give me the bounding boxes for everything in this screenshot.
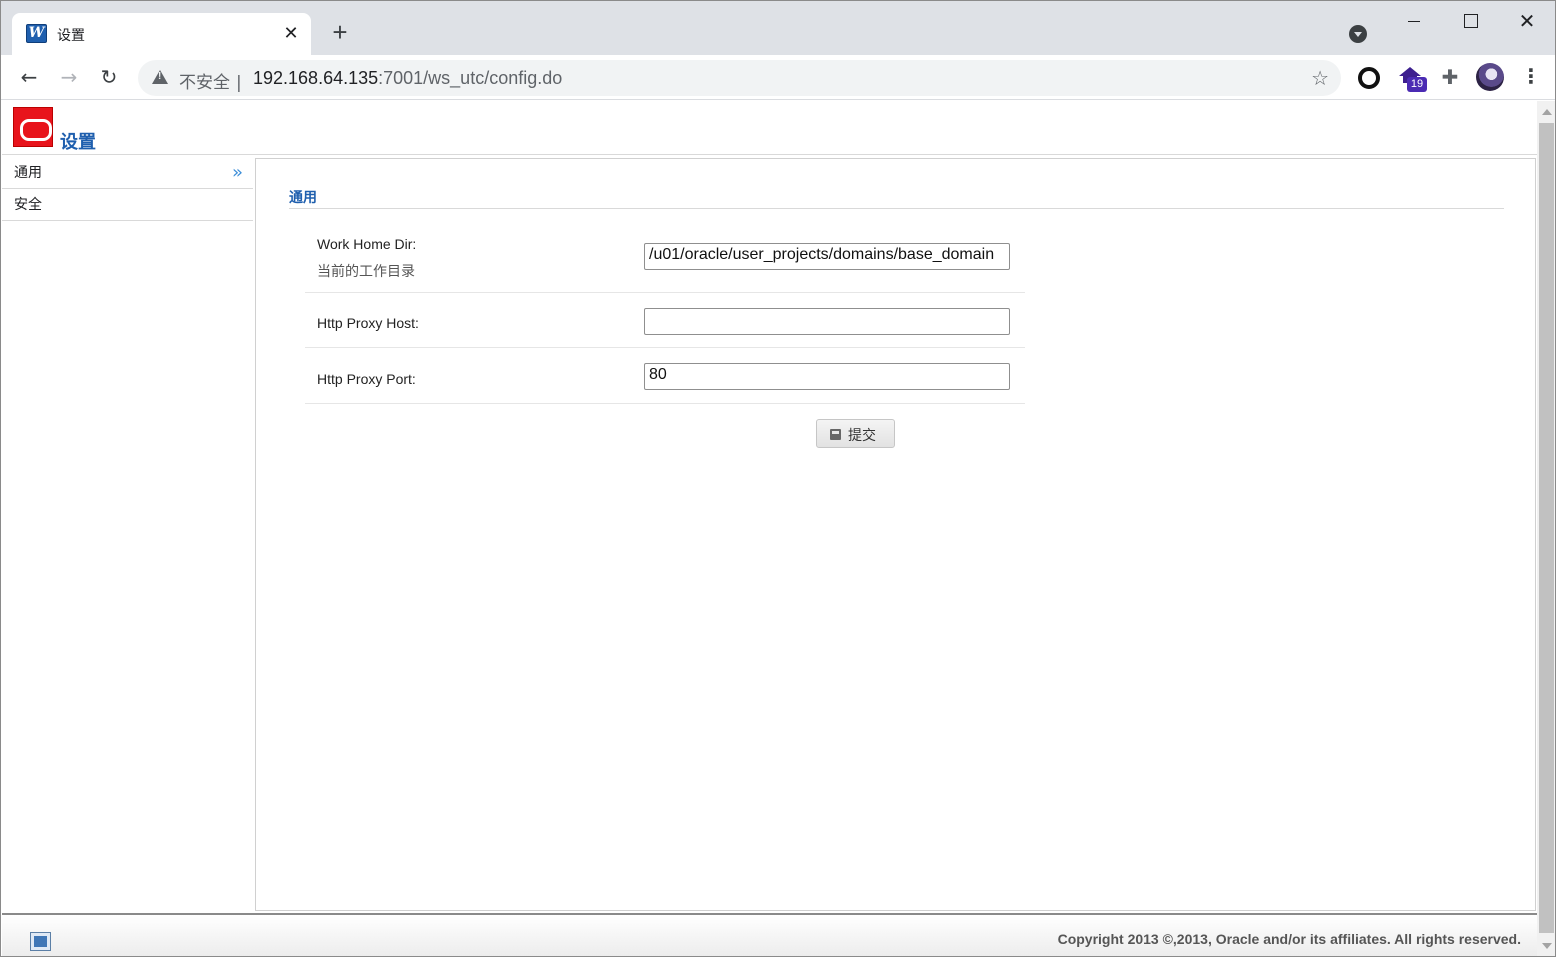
scrollbar-thumb[interactable] xyxy=(1539,123,1554,933)
oracle-logo-icon xyxy=(13,107,53,147)
field-label: Http Proxy Host: xyxy=(317,315,419,331)
submit-button[interactable]: 提交 xyxy=(816,419,895,448)
scroll-down-arrow-icon[interactable] xyxy=(1542,943,1552,949)
sidebar: 通用 » 安全 xyxy=(2,157,253,913)
tab-strip: W 设置 ✕ + ✕ xyxy=(1,1,1555,55)
security-status[interactable]: 不安全 | xyxy=(179,68,242,93)
url-text[interactable]: 192.168.64.135:7001/ws_utc/config.do xyxy=(253,68,562,89)
sidebar-item-security[interactable]: 安全 xyxy=(2,189,253,221)
maximize-button[interactable] xyxy=(1447,7,1493,35)
minimize-button[interactable] xyxy=(1391,7,1437,35)
extension-graduation-cap-icon[interactable]: 19 xyxy=(1399,65,1427,92)
http-proxy-port-input[interactable]: 80 xyxy=(644,363,1010,390)
sidebar-item-label: 通用 xyxy=(14,165,42,181)
new-tab-button[interactable]: + xyxy=(327,19,353,46)
page-header: 设置 xyxy=(2,101,1537,155)
forward-arrow-icon[interactable]: → xyxy=(57,65,81,89)
warning-icon[interactable] xyxy=(152,70,168,84)
form-row-http-proxy-port: Http Proxy Port: 80 xyxy=(305,348,1025,404)
browser-window: W 设置 ✕ + ✕ ← → ↻ 不安全| 192.168.64.135:700… xyxy=(0,0,1556,957)
double-chevron-right-icon: » xyxy=(231,162,243,183)
http-proxy-host-input[interactable] xyxy=(644,308,1010,335)
section-title: 通用 xyxy=(289,190,317,206)
tab-close-icon[interactable]: ✕ xyxy=(281,23,301,43)
web-page: 设置 通用 » 安全 通用 Work Home Dir: 当前的工作目录 /u0… xyxy=(2,101,1537,956)
page-title: 设置 xyxy=(60,132,96,153)
browser-toolbar: ← → ↻ 不安全| 192.168.64.135:7001/ws_utc/co… xyxy=(1,55,1555,100)
form-row-work-home-dir: Work Home Dir: 当前的工作目录 /u01/oracle/user_… xyxy=(305,229,1025,293)
page-footer: Copyright 2013 ©,2013, Oracle and/or its… xyxy=(2,913,1537,956)
reload-icon[interactable]: ↻ xyxy=(97,65,121,89)
scroll-up-arrow-icon[interactable] xyxy=(1542,109,1552,115)
tab-search-icon[interactable] xyxy=(1349,25,1367,43)
work-home-dir-input[interactable]: /u01/oracle/user_projects/domains/base_d… xyxy=(644,243,1010,270)
copyright-text: Copyright 2013 ©,2013, Oracle and/or its… xyxy=(1057,931,1521,947)
browser-menu-icon[interactable]: ⋮ xyxy=(1521,65,1541,89)
sidebar-item-general[interactable]: 通用 » xyxy=(2,157,253,189)
back-arrow-icon[interactable]: ← xyxy=(17,65,41,89)
profile-avatar[interactable] xyxy=(1476,63,1504,91)
sidebar-item-label: 安全 xyxy=(14,197,42,213)
page-scrollbar[interactable] xyxy=(1537,101,1555,956)
extension-badge: 19 xyxy=(1407,77,1427,92)
field-label: Http Proxy Port: xyxy=(317,371,416,387)
extension-puzzle-icon[interactable]: ✚ xyxy=(1438,65,1462,89)
window-close-button[interactable]: ✕ xyxy=(1504,7,1550,35)
form-row-http-proxy-host: Http Proxy Host: xyxy=(305,293,1025,348)
weblogic-favicon-icon: W xyxy=(26,24,47,43)
tab-title: 设置 xyxy=(57,28,85,44)
submit-label: 提交 xyxy=(848,428,876,444)
address-bar[interactable]: 不安全| 192.168.64.135:7001/ws_utc/config.d… xyxy=(138,60,1341,96)
save-icon xyxy=(830,429,841,440)
browser-tab[interactable]: W 设置 ✕ xyxy=(12,13,311,55)
extension-ring-icon[interactable] xyxy=(1358,67,1380,89)
field-sublabel: 当前的工作目录 xyxy=(317,264,415,280)
field-label: Work Home Dir: xyxy=(317,236,417,252)
settings-panel: 通用 Work Home Dir: 当前的工作目录 /u01/oracle/us… xyxy=(255,158,1536,911)
footer-image-icon[interactable] xyxy=(30,932,51,951)
section-divider xyxy=(289,208,1504,209)
bookmark-star-icon[interactable]: ☆ xyxy=(1311,66,1329,90)
